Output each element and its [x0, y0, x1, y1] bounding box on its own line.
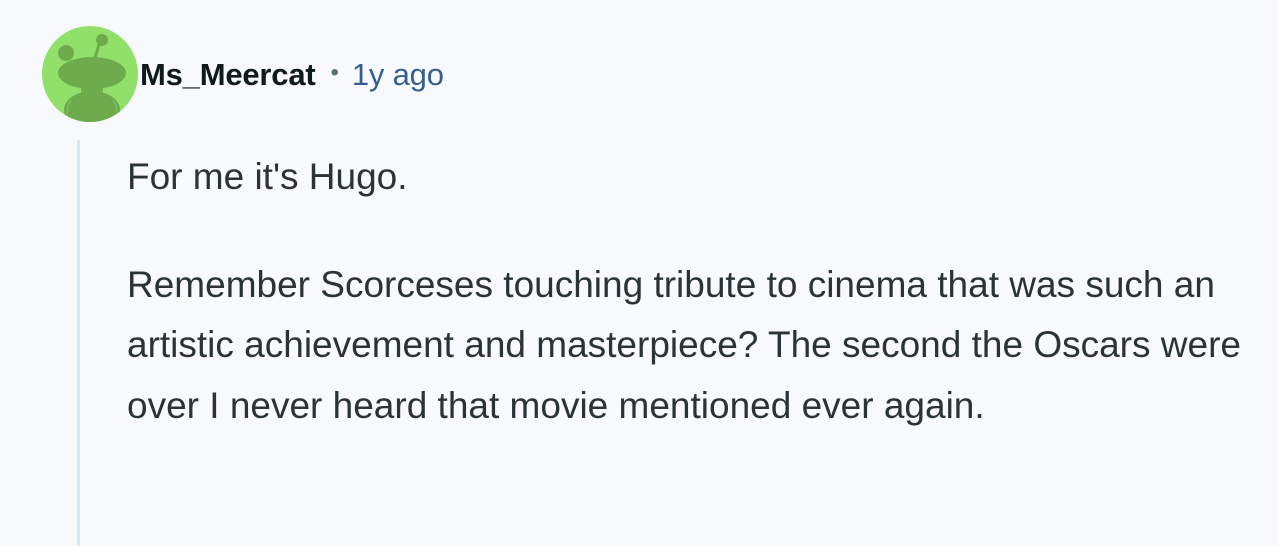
user-avatar[interactable]	[42, 26, 138, 122]
thread-line[interactable]	[77, 140, 80, 546]
comment-paragraph: Remember Scorceses touching tribute to c…	[127, 263, 1241, 426]
comment-paragraph: For me it's Hugo.	[127, 156, 408, 197]
meta-separator: •	[330, 59, 339, 86]
comment-body: For me it's Hugo. Remember Scorceses tou…	[127, 147, 1257, 436]
username-link[interactable]: Ms_Meercat	[140, 57, 316, 93]
snoo-avatar-icon	[58, 34, 126, 122]
timestamp-link[interactable]: 1y ago	[352, 57, 444, 93]
comment: Ms_Meercat • 1y ago For me it's Hugo. Re…	[0, 0, 1278, 546]
comment-meta: Ms_Meercat • 1y ago	[140, 54, 444, 96]
